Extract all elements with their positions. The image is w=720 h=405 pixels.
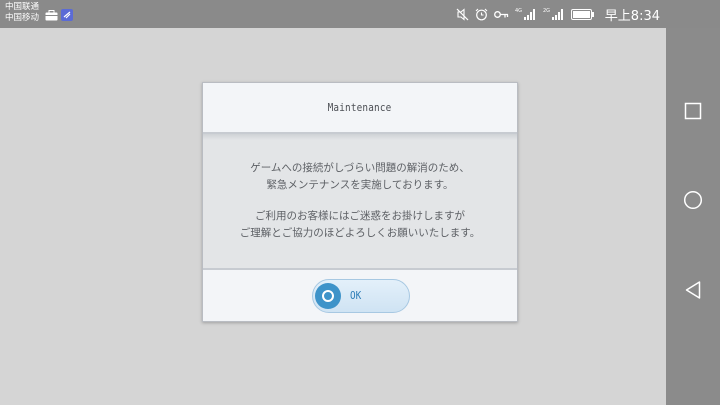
carrier-info: 中国联通 中国移动 [5,2,39,24]
message-line-1: ゲームへの接続がしづらい問題の解消のため、 [250,162,470,174]
briefcase-icon [45,6,58,25]
dialog-title: Maintenance [328,101,392,114]
recents-square-icon [684,102,702,124]
signal-2g-icon: 2G [543,7,565,21]
message-line-3: ご利用のお客様にはご迷惑をお掛けしますが [255,210,465,222]
dialog-body: ゲームへの接続がしづらい問題の解消のため、 緊急メンテナンスを実施しております。… [203,134,517,268]
alarm-icon [475,8,488,21]
status-time: 早上8:34 [604,8,660,24]
recents-button[interactable] [666,91,720,135]
carrier-name-2: 中国移动 [5,13,40,23]
back-triangle-icon [684,280,702,304]
ok-button[interactable]: OK [312,279,410,313]
home-circle-icon [683,190,703,214]
battery-icon [570,8,595,20]
ok-button-label: OK [349,289,362,302]
app-badge-icon [61,6,73,25]
status-left-icons [45,6,73,25]
signal-2-label: 2G [543,8,550,14]
dialog-footer: OK [203,268,517,321]
message-line-4: ご理解とご協力のほどよろしくお願いいたします。 [239,227,481,239]
home-button[interactable] [666,180,720,224]
dialog-header: Maintenance [203,83,517,134]
signal-1-label: 4G [515,8,522,14]
carrier-name-1: 中国联通 [5,2,40,12]
status-right-icons: 4G 2G 早上8:34 [456,4,660,24]
dialog-message-paragraph-1: ゲームへの接続がしづらい問題の解消のため、 緊急メンテナンスを実施しております。 [203,160,517,194]
ok-circle-icon [315,283,341,309]
dialog-message-paragraph-2: ご利用のお客様にはご迷惑をお掛けしますが ご理解とご協力のほどよろしくお願いいた… [203,208,517,242]
signal-4g-icon: 4G [515,7,537,21]
maintenance-dialog: Maintenance ゲームへの接続がしづらい問題の解消のため、 緊急メンテナ… [202,82,518,322]
key-icon [493,10,509,19]
navigation-bar [666,28,720,405]
back-button[interactable] [666,270,720,314]
mute-icon [456,7,469,21]
message-line-2: 緊急メンテナンスを実施しております。 [266,179,454,191]
status-bar: 中国联通 中国移动 4G 2G 早上8:34 [0,0,720,28]
phone-screen: 中国联通 中国移动 4G 2G 早上8:34 Maintenance ゲームへの… [0,0,720,405]
